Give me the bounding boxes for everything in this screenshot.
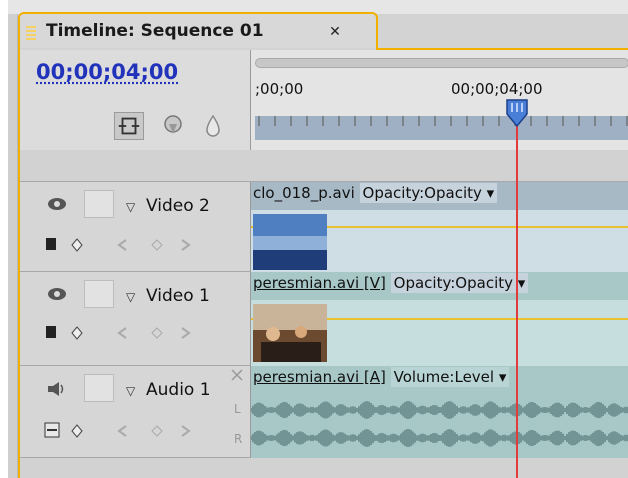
track-lock-toggle[interactable] xyxy=(84,280,114,308)
close-icon[interactable]: ✕ xyxy=(326,24,344,40)
waveform-channel xyxy=(251,401,628,419)
playhead-icon[interactable] xyxy=(504,98,530,132)
speaker-icon[interactable] xyxy=(46,380,68,398)
set-marker-icon[interactable] xyxy=(158,112,188,140)
ruler-label-start: ;00;00 xyxy=(255,80,304,98)
track-video-3-partial xyxy=(20,150,628,182)
eye-icon[interactable] xyxy=(46,196,68,212)
triangle-down-icon[interactable]: ▽ xyxy=(126,384,135,398)
effect-dropdown[interactable]: Volume:Level ▾ xyxy=(390,367,510,387)
keyframe-controls[interactable] xyxy=(42,322,242,344)
clip-name: clo_018_p.avi xyxy=(253,184,355,202)
timeline-tab[interactable]: Timeline: Sequence 01 ✕ xyxy=(18,12,378,50)
effect-label: Opacity:Opacity xyxy=(362,184,482,202)
window-left-strip xyxy=(8,14,18,478)
waveform-channel xyxy=(251,429,628,447)
clip-thumbnail xyxy=(253,304,327,362)
link-icon xyxy=(231,369,243,381)
time-ruler[interactable]: ;00;00 00;00;04;00 xyxy=(250,50,628,159)
clip-thumbnail xyxy=(253,214,327,270)
triangle-down-icon[interactable]: ▽ xyxy=(126,200,135,214)
eye-icon[interactable] xyxy=(46,286,68,302)
clip-audio-1[interactable]: peresmian.avi [A] Volume:Level ▾ xyxy=(250,366,628,458)
effect-label: Opacity:Opacity xyxy=(393,274,513,292)
track-lock-toggle[interactable] xyxy=(84,374,114,402)
effect-dropdown[interactable]: Opacity:Opacity ▾ xyxy=(359,183,498,203)
clip-label: clo_018_p.avi Opacity:Opacity ▾ xyxy=(253,183,498,208)
track-header-video-2: ▽ Video 2 xyxy=(20,182,250,272)
snap-icon[interactable] xyxy=(114,112,144,140)
track-lock-toggle[interactable] xyxy=(84,190,114,218)
track-name: Audio 1 xyxy=(146,380,211,400)
track-header-audio-1: ▽ Audio 1 L R xyxy=(20,366,250,458)
dropdown-icon: ▾ xyxy=(498,368,507,386)
current-timecode[interactable]: 00;00;04;00 xyxy=(36,60,178,84)
audio-waveform xyxy=(251,401,628,447)
timeline-header: 00;00;04;00 xyxy=(20,50,250,150)
tab-title: Timeline: Sequence 01 xyxy=(46,21,264,41)
clip-name: peresmian.avi [V] xyxy=(253,274,386,292)
track-name: Video 1 xyxy=(146,286,210,306)
zoom-scrollbar[interactable] xyxy=(255,58,628,68)
playhead-line xyxy=(516,116,518,478)
clip-video-1[interactable]: peresmian.avi [V] Opacity:Opacity ▾ xyxy=(250,272,628,366)
clip-name: peresmian.avi [A] xyxy=(253,368,386,386)
timeline-window: Timeline: Sequence 01 ✕ 00;00;04;00 ;00;… xyxy=(8,0,628,478)
clip-label: peresmian.avi [V] Opacity:Opacity ▾ xyxy=(253,273,529,298)
keyframe-icon[interactable] xyxy=(198,112,228,140)
triangle-down-icon[interactable]: ▽ xyxy=(126,290,135,304)
keyframe-controls[interactable] xyxy=(42,234,242,256)
ruler-label-4s: 00;00;04;00 xyxy=(451,80,543,98)
effect-dropdown[interactable]: Opacity:Opacity ▾ xyxy=(390,273,529,293)
keyframe-controls[interactable] xyxy=(42,420,242,442)
grip-icon[interactable] xyxy=(26,26,36,42)
clip-label: peresmian.avi [A] Volume:Level ▾ xyxy=(253,367,510,392)
ruler-ticks xyxy=(258,116,628,126)
dropdown-icon: ▾ xyxy=(517,274,526,292)
channel-label: L xyxy=(234,402,241,416)
track-header-video-1: ▽ Video 1 xyxy=(20,272,250,366)
track-name: Video 2 xyxy=(146,196,210,216)
track-audio-2-partial xyxy=(20,458,628,478)
effect-label: Volume:Level xyxy=(393,368,495,386)
clip-video-2[interactable]: clo_018_p.avi Opacity:Opacity ▾ xyxy=(250,182,628,272)
dropdown-icon: ▾ xyxy=(486,184,495,202)
